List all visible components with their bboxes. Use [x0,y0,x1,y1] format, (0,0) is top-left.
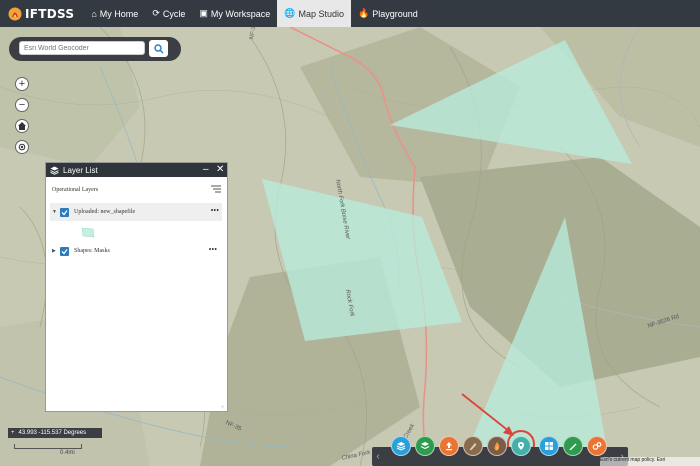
flame-icon: 🔥 [358,8,370,18]
flame-icon [494,442,500,451]
layer-list-header[interactable]: Layer List [46,163,227,177]
locate-button[interactable] [15,140,29,154]
layer-checkbox[interactable] [60,207,69,217]
analysis-tool-button[interactable] [587,436,607,456]
coordinate-readout: + 43.993 -115.537 Degrees [8,428,102,438]
grid-tool-button[interactable] [539,436,559,456]
top-navigation-bar: IFTDSS ⌂ My Home ⟳ Cycle ▣ My Workspace … [0,0,700,27]
home-extent-button[interactable] [15,119,29,133]
nav-cycle-label: Cycle [162,8,186,19]
pencil-icon [569,443,577,450]
app-name: IFTDSS [25,6,75,21]
cycle-icon: ⟳ [152,8,160,18]
nav-my-home-label: My Home [99,8,139,19]
geocoder-search-bar [9,37,181,61]
nav-my-home[interactable]: ⌂ My Home [84,0,145,27]
layer-list-title: Layer List [63,165,98,175]
nav-cycle[interactable]: ⟳ Cycle [145,0,192,27]
globe-icon: 🌐 [284,8,296,18]
grid-icon [545,442,553,450]
layer-name: Uploaded: new_shapefile [74,209,136,215]
polygon-legend-icon [81,227,95,238]
layer-checkbox[interactable] [60,246,69,256]
coordinate-toggle-icon[interactable]: + [11,430,15,436]
layer-options-icon[interactable] [211,185,221,194]
edit-tool-button[interactable] [563,436,583,456]
caret-right-icon[interactable]: ▶ [52,248,58,254]
close-button[interactable]: ✕ [216,163,224,177]
scale-label: 0.4mi [60,450,75,456]
fire-logo-icon [8,7,22,20]
search-input[interactable] [19,41,145,55]
caret-down-icon[interactable]: ▼ [52,210,58,215]
folder-icon: ▣ [199,8,208,18]
layers-icon [396,442,406,451]
layers-icon [50,166,59,175]
operational-layers-label: Operational Layers [52,187,99,193]
layer-list-panel: Layer List – ✕ Operational Layers ▼ Uplo… [45,162,228,412]
minimize-button[interactable]: – [203,163,209,177]
checkmark-icon [61,248,68,254]
zoom-in-button[interactable]: + [15,77,29,91]
nav-my-workspace-label: My Workspace [210,8,271,19]
marker-tool-button[interactable] [511,436,531,456]
minus-icon: − [18,99,26,111]
fire-tool-button[interactable] [487,436,507,456]
plus-icon: + [18,78,26,90]
home-icon [18,122,26,130]
map-attribution[interactable]: Esri's current map policy. Esri [600,457,700,466]
basemap-tool-button[interactable] [415,436,435,456]
upload-tool-button[interactable] [439,436,459,456]
app-logo[interactable]: IFTDSS [8,7,74,21]
gears-icon [592,442,602,450]
checkmark-icon [61,209,68,215]
home-icon: ⌂ [91,8,97,19]
landscape-tool-button[interactable] [463,436,483,456]
locate-icon [18,143,26,151]
nav-map-studio-label: Map Studio [298,8,344,19]
layer-name: Shapes: Masks [74,248,110,254]
stack-icon [420,442,430,450]
toolbar-prev-icon[interactable]: ‹ [372,447,384,466]
nav-playground[interactable]: 🔥 Playground [351,0,425,27]
upload-icon [446,442,452,451]
layer-item-uploaded[interactable]: ▼ Uploaded: new_shapefile ••• [50,203,222,221]
close-icon: ✕ [216,164,225,175]
nav-playground-label: Playground [372,8,418,19]
layer-menu-button[interactable]: ••• [211,206,219,215]
scale-bar [14,444,82,449]
nav-map-studio[interactable]: 🌐 Map Studio [277,0,351,27]
layer-menu-button[interactable]: ••• [209,245,217,254]
nav-my-workspace[interactable]: ▣ My Workspace [192,0,277,27]
search-icon [153,43,163,53]
resize-handle-icon[interactable]: ⁘ [220,404,225,411]
search-button[interactable] [149,40,168,57]
layers-tool-button[interactable] [391,436,411,456]
pencil-landscape-icon [470,443,477,450]
zoom-out-button[interactable]: − [15,98,29,112]
layer-item-shapes-masks[interactable]: ▶ Shapes: Masks ••• [52,242,220,260]
coordinate-text: 43.993 -115.537 Degrees [18,430,87,436]
map-marker-icon [518,442,524,450]
